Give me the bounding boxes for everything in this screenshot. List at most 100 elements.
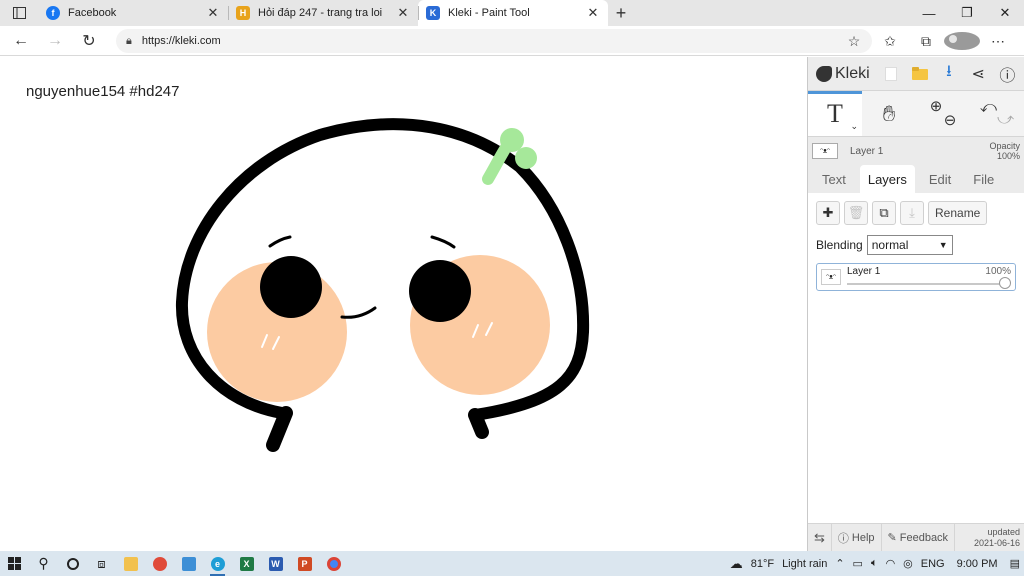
hand-tool[interactable]: ✋︎ [862, 91, 916, 136]
url-field[interactable]: 🔒︎ https://kleki.com [116, 29, 872, 53]
opacity-value: 100% [996, 151, 1020, 161]
duplicate-layer-button[interactable]: ⧉ [872, 201, 896, 225]
word-icon[interactable]: W [261, 551, 290, 576]
avatar [944, 32, 980, 50]
mouth [340, 306, 377, 319]
share-icon[interactable]: ⋖ [965, 61, 991, 87]
url-text: https://kleki.com [141, 35, 221, 47]
new-tab-button[interactable]: + [608, 0, 634, 26]
open-folder-icon[interactable] [907, 61, 933, 87]
search-icon[interactable]: ⚲ [29, 551, 58, 576]
weather-temp[interactable]: 81°F [747, 558, 778, 570]
undo-icon[interactable]: ⤺ [980, 99, 997, 117]
zoom-out-icon[interactable]: ⊖ [944, 113, 957, 128]
tab-file[interactable]: File [965, 165, 1002, 193]
blending-select[interactable]: normal ▼ [866, 235, 953, 255]
layer-thumbnail: ᵔᴥᵔ [812, 143, 838, 159]
cortana-icon[interactable] [58, 551, 87, 576]
zoom-tools: ⊕ ⊖ [916, 91, 970, 136]
updated-label: updated [987, 526, 1020, 537]
profile-button[interactable] [944, 32, 980, 50]
monitor-icon[interactable] [174, 551, 203, 576]
battery-icon[interactable]: ▭ [849, 557, 867, 570]
tab-layers[interactable]: Layers [859, 165, 915, 193]
favorites-icon[interactable]: ✩ [872, 33, 908, 50]
feedback-button[interactable]: ✎ Feedback [882, 523, 956, 552]
left-eye [260, 256, 322, 318]
kleki-logo-icon [816, 65, 832, 82]
help-button[interactable]: ⓘ Help [832, 523, 882, 552]
layer-list-item[interactable]: ᵔᴥᵔ Layer 1 100% [816, 263, 1016, 291]
opacity-label: Opacity [989, 141, 1020, 151]
weather-desc[interactable]: Light rain [778, 558, 831, 570]
kleki-logo[interactable]: Kleki [808, 65, 876, 83]
lock-icon: 🔒︎ [126, 34, 132, 47]
close-window-icon[interactable]: ✕ [986, 0, 1024, 26]
layers-panel: ✚ 🗑︎ ⧉ ⤓ Rename Blending normal ▼ ᵔᴥᵔ La… [808, 193, 1024, 553]
meet-icon[interactable]: ◎ [899, 557, 917, 570]
tab-kleki[interactable]: K Kleki - Paint Tool ✕ [418, 0, 608, 26]
notifications-icon[interactable]: ▤ [1006, 557, 1024, 570]
file-explorer-icon[interactable] [116, 551, 145, 576]
powerpoint-icon[interactable]: P [290, 551, 319, 576]
more-icon[interactable]: ⋯ [980, 33, 1016, 50]
layer-opacity: 100% [985, 266, 1011, 277]
add-favorite-icon[interactable]: ☆ [836, 33, 872, 50]
text-tool[interactable]: T ⌄ [808, 91, 862, 136]
chevron-down-icon[interactable]: ⌄ [850, 121, 858, 132]
edge-icon[interactable]: e [203, 551, 232, 576]
zoom-in-icon[interactable]: ⊕ [930, 99, 943, 114]
excel-icon[interactable]: X [232, 551, 261, 576]
close-icon[interactable]: ✕ [586, 5, 600, 21]
collections-icon[interactable]: ⧉ [908, 33, 944, 50]
feedback-label: Feedback [899, 531, 949, 544]
tab-hoidap[interactable]: H Hỏi đáp 247 - trang tra loi ✕ [228, 0, 418, 26]
tab-text[interactable]: Text [814, 165, 854, 193]
swap-sides-button[interactable]: ⇆ [808, 523, 832, 552]
swap-icon: ⇆ [814, 529, 825, 545]
delete-layer-button[interactable]: 🗑︎ [844, 201, 868, 225]
forward-icon[interactable]: → [38, 26, 72, 56]
language-indicator[interactable]: ENG [917, 558, 949, 570]
opacity-slider-track[interactable] [847, 283, 1005, 285]
close-icon[interactable]: ✕ [206, 5, 220, 21]
refresh-icon[interactable]: ↻ [72, 26, 106, 56]
address-bar: ← → ↻ 🔒︎ https://kleki.com ☆ ✩ ⧉ ⋯ [0, 26, 1024, 56]
tab-strip: f Facebook ✕ H Hỏi đáp 247 - trang tra l… [0, 0, 1024, 26]
help-icon: ⓘ [837, 532, 849, 545]
wifi-icon[interactable]: ◠ [882, 557, 900, 570]
panel-header: Kleki ⭳ ⋖ ⓘ [808, 57, 1024, 91]
tab-actions-button[interactable] [0, 0, 38, 26]
new-image-icon[interactable] [878, 61, 904, 87]
undo-redo-tools: ⤺ ⤻ [970, 91, 1024, 136]
add-layer-button[interactable]: ✚ [816, 201, 840, 225]
minimize-icon[interactable]: — [910, 0, 948, 26]
logo-text: Kleki [835, 64, 870, 82]
start-button[interactable] [0, 551, 29, 576]
back-icon[interactable]: ← [4, 26, 38, 56]
chrome-icon[interactable] [319, 551, 348, 576]
tab-facebook[interactable]: f Facebook ✕ [38, 0, 228, 26]
chevron-up-icon[interactable]: ⌃ [831, 557, 848, 570]
merge-layer-button[interactable]: ⤓ [900, 201, 924, 225]
restore-icon[interactable]: ❐ [948, 0, 986, 26]
download-icon[interactable]: ⭳ [936, 61, 962, 87]
rename-button[interactable]: Rename [928, 201, 988, 225]
task-view-icon[interactable]: ⧈ [87, 551, 116, 576]
opacity-slider-handle[interactable] [999, 277, 1011, 289]
window-controls: — ❐ ✕ [910, 0, 1024, 26]
panel-footer: ⇆ ⓘ Help ✎ Feedback updated 2021-06-16 [808, 523, 1024, 552]
weather-icon[interactable]: ☁︎ [726, 556, 747, 572]
update-info: updated 2021-06-16 [955, 527, 1024, 549]
drawing-canvas[interactable]: nguyenhue154 #hd247 [0, 57, 807, 551]
redo-icon[interactable]: ⤻ [997, 111, 1014, 129]
kleki-side-panel: Kleki ⭳ ⋖ ⓘ T ⌄ ✋︎ ⊕ ⊖ ⤺ ⤻ ᵔᴥᵔ Layer 1 O [807, 57, 1024, 553]
sprout-leaf [515, 147, 537, 169]
duplicate-icon: ⧉ [879, 205, 889, 220]
help-circle-icon[interactable]: ⓘ [994, 61, 1020, 87]
close-icon[interactable]: ✕ [396, 5, 410, 21]
volume-icon[interactable]: 🔈︎ [867, 557, 882, 570]
clock[interactable]: 9:00 PM [949, 558, 1006, 570]
tab-edit[interactable]: Edit [921, 165, 959, 193]
app-red-icon[interactable] [145, 551, 174, 576]
